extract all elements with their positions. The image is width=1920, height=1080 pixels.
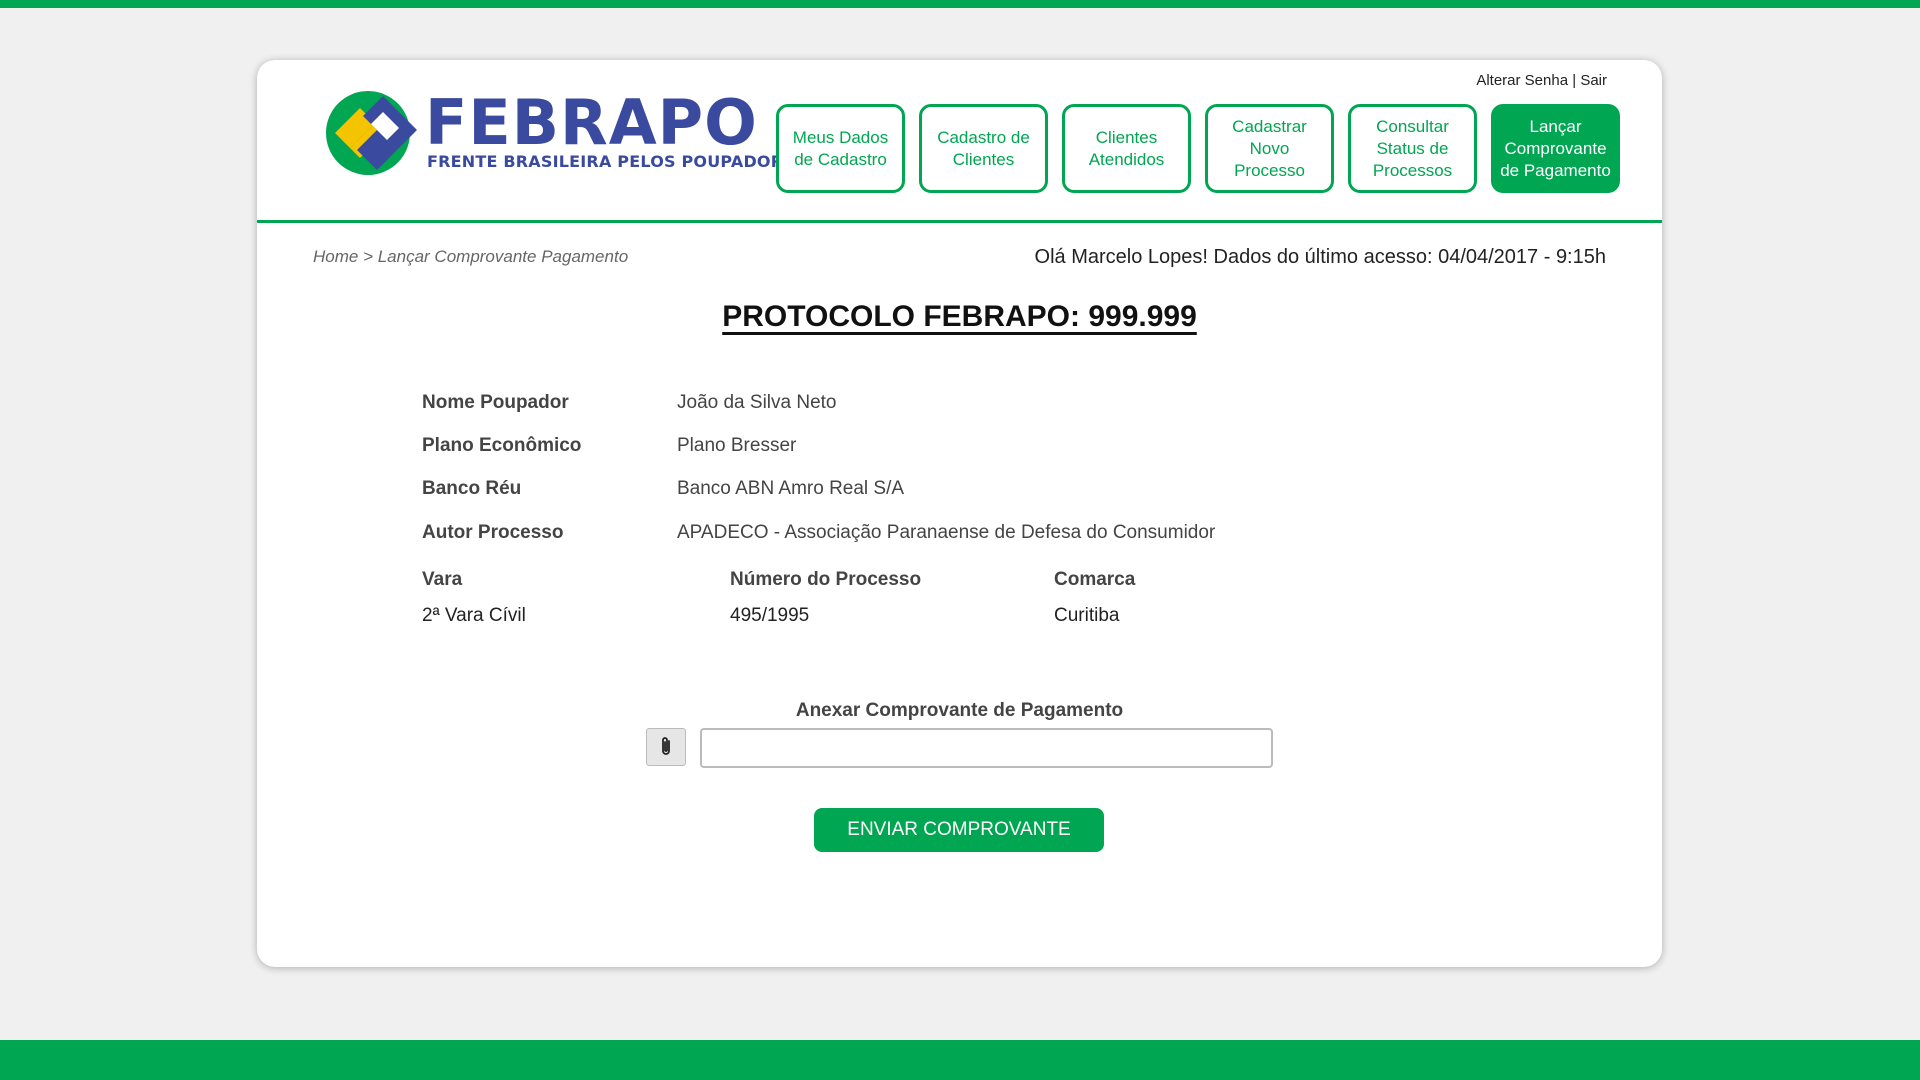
nav-my-data[interactable]: Meus Dados de Cadastro bbox=[776, 104, 905, 193]
process-number-value: 495/1995 bbox=[730, 605, 810, 626]
vara-value: 2ª Vara Cívil bbox=[422, 605, 526, 626]
attach-button[interactable] bbox=[646, 728, 686, 766]
process-number-block: Número do Processo 495/1995 bbox=[730, 569, 921, 627]
main-nav: Meus Dados de Cadastro Cadastro de Clien… bbox=[776, 104, 1620, 193]
field-value: APADECO - Associação Paranaense de Defes… bbox=[677, 522, 1216, 543]
change-password-link[interactable]: Alterar Senha bbox=[1476, 72, 1568, 89]
process-number-label: Número do Processo bbox=[730, 569, 922, 590]
main-card: Alterar Senha | Sair FEBRAPO FRENTE BRAS… bbox=[257, 60, 1662, 967]
comarca-value: Curitiba bbox=[1054, 605, 1120, 626]
breadcrumb[interactable]: Home > Lançar Comprovante Pagamento bbox=[313, 247, 628, 267]
header: Alterar Senha | Sair FEBRAPO FRENTE BRAS… bbox=[257, 60, 1662, 223]
user-greeting: Olá Marcelo Lopes! Dados do último acess… bbox=[1034, 246, 1606, 268]
paperclip-icon bbox=[662, 737, 670, 755]
nav-client-register[interactable]: Cadastro de Clientes bbox=[919, 104, 1048, 193]
field-label: Banco Réu bbox=[422, 478, 522, 499]
vara-block: Vara 2ª Vara Cívil bbox=[422, 569, 526, 627]
comarca-block: Comarca Curitiba bbox=[1054, 569, 1135, 627]
attach-label: Anexar Comprovante de Pagamento bbox=[795, 700, 1124, 721]
nav-clients-served[interactable]: Clientes Atendidos bbox=[1062, 104, 1191, 193]
logo-tagline: FRENTE BRASILEIRA PELOS POUPADORES bbox=[427, 152, 807, 171]
nav-payment-receipt[interactable]: Lançar Comprovante de Pagamento bbox=[1491, 104, 1620, 193]
top-accent-bar bbox=[0, 0, 1920, 8]
submit-receipt-button[interactable]: ENVIAR COMPROVANTE bbox=[814, 808, 1104, 852]
vara-label: Vara bbox=[422, 569, 463, 590]
field-value: Plano Bresser bbox=[677, 435, 797, 456]
field-label: Autor Processo bbox=[422, 522, 564, 543]
user-links: Alterar Senha | Sair bbox=[1476, 72, 1607, 89]
logout-link[interactable]: Sair bbox=[1580, 72, 1607, 89]
nav-new-process[interactable]: Cadastrar Novo Processo bbox=[1205, 104, 1334, 193]
field-value: João da Silva Neto bbox=[677, 392, 837, 413]
field-label: Plano Econômico bbox=[422, 435, 582, 456]
comarca-label: Comarca bbox=[1054, 569, 1136, 590]
logo-name: FEBRAPO bbox=[425, 86, 758, 159]
page-title: PROTOCOLO FEBRAPO: 999.999 bbox=[257, 300, 1662, 334]
links-separator: | bbox=[1572, 72, 1577, 89]
field-value: Banco ABN Amro Real S/A bbox=[677, 478, 905, 499]
protocol-number: PROTOCOLO FEBRAPO: 999.999 bbox=[722, 300, 1197, 333]
field-label: Nome Poupador bbox=[422, 392, 569, 413]
febrapo-logo[interactable]: FEBRAPO FRENTE BRASILEIRA PELOS POUPADOR… bbox=[325, 88, 806, 178]
bottom-accent-bar bbox=[0, 1040, 1920, 1080]
logo-emblem-icon bbox=[326, 91, 417, 175]
nav-process-status[interactable]: Consultar Status de Processos bbox=[1348, 104, 1477, 193]
attach-file-input[interactable] bbox=[700, 728, 1273, 768]
